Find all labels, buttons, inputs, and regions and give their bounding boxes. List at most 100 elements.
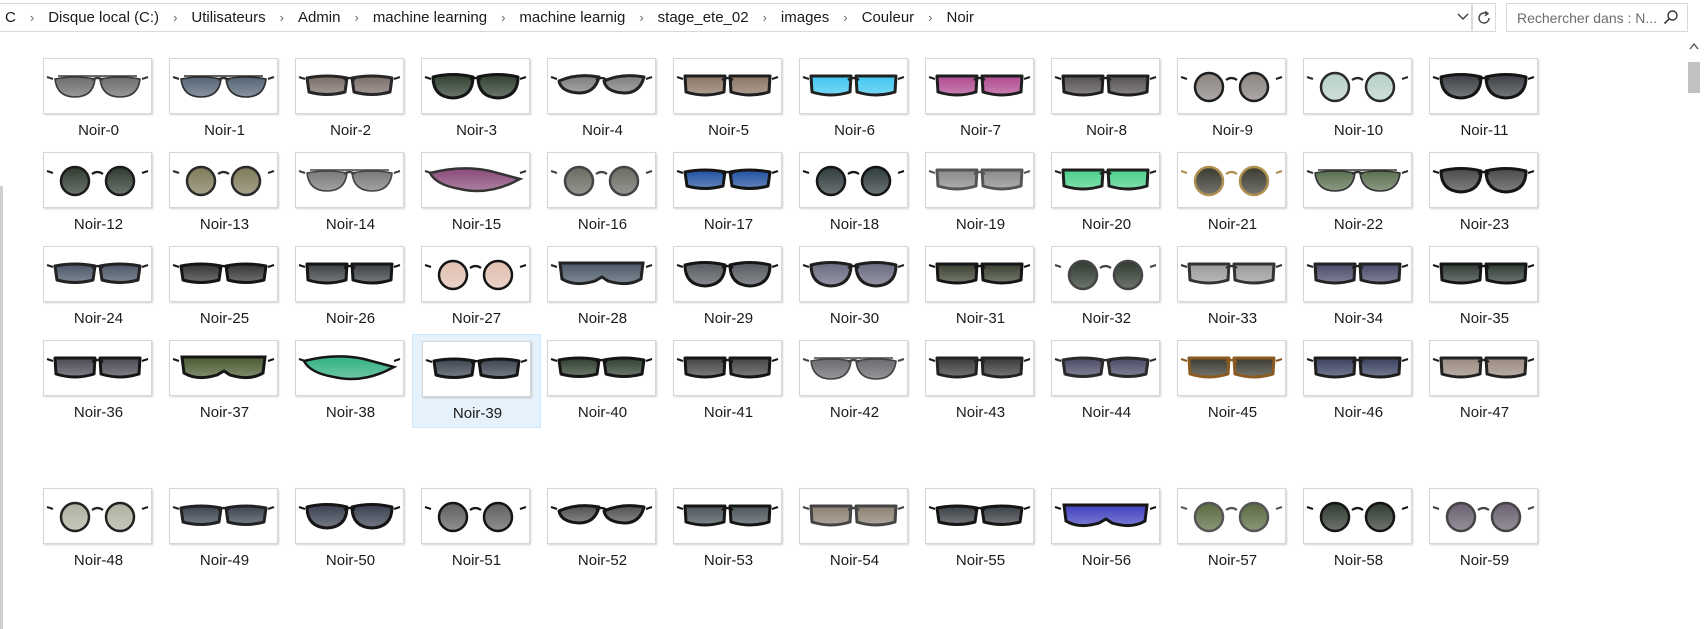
left-lens	[59, 165, 91, 197]
file-item[interactable]: Noir-47	[1420, 334, 1549, 428]
file-item[interactable]: Noir-40	[538, 334, 667, 428]
breadcrumb-item[interactable]: machine learnig	[513, 9, 631, 26]
file-item[interactable]: Noir-30	[790, 240, 919, 334]
file-item[interactable]: Noir-41	[664, 334, 793, 428]
file-item[interactable]: Noir-21	[1168, 146, 1297, 240]
address-history-button[interactable]	[1456, 7, 1470, 27]
file-item[interactable]: Noir-38	[286, 334, 415, 428]
breadcrumb-item[interactable]: Noir	[941, 9, 981, 26]
file-item[interactable]: Noir-48	[34, 482, 163, 576]
file-item[interactable]: Noir-16	[538, 146, 667, 240]
file-item[interactable]: Noir-15	[412, 146, 541, 240]
navigation-pane-scrollbar[interactable]	[0, 186, 3, 629]
file-item[interactable]: Noir-57	[1168, 482, 1297, 576]
file-item[interactable]: Noir-36	[34, 334, 163, 428]
scroll-up-button[interactable]	[1684, 42, 1704, 56]
file-item[interactable]: Noir-52	[538, 482, 667, 576]
file-item[interactable]: Noir-3	[412, 52, 541, 146]
file-item[interactable]: Noir-26	[286, 240, 415, 334]
file-item[interactable]: Noir-22	[1294, 146, 1423, 240]
chevron-right-icon[interactable]: ›	[631, 10, 651, 25]
file-item[interactable]: Noir-6	[790, 52, 919, 146]
breadcrumb-item[interactable]: C	[0, 9, 22, 26]
file-item[interactable]: Noir-18	[790, 146, 919, 240]
chevron-right-icon[interactable]: ›	[346, 10, 366, 25]
file-item[interactable]: Noir-53	[664, 482, 793, 576]
file-item[interactable]: Noir-44	[1042, 334, 1171, 428]
file-item[interactable]: Noir-46	[1294, 334, 1423, 428]
file-item[interactable]: Noir-20	[1042, 146, 1171, 240]
file-item[interactable]: Noir-55	[916, 482, 1045, 576]
chevron-right-icon[interactable]: ›	[835, 10, 855, 25]
address-bar[interactable]: C › Disque local (C:) › Utilisateurs › Admin › m…	[0, 3, 1472, 32]
file-item[interactable]: Noir-56	[1042, 482, 1171, 576]
file-item[interactable]: Noir-13	[160, 146, 289, 240]
file-item[interactable]: Noir-17	[664, 146, 793, 240]
file-item[interactable]: Noir-1	[160, 52, 289, 146]
chevron-right-icon[interactable]: ›	[920, 10, 940, 25]
breadcrumb-item[interactable]: Admin	[292, 9, 347, 26]
file-item[interactable]: Noir-54	[790, 482, 919, 576]
file-name: Noir-54	[829, 552, 880, 569]
left-temple	[1054, 358, 1062, 362]
file-item[interactable]: Noir-35	[1420, 240, 1549, 334]
chevron-right-icon[interactable]: ›	[272, 10, 292, 25]
file-item[interactable]: Noir-11	[1420, 52, 1549, 146]
file-item[interactable]: Noir-45	[1168, 334, 1297, 428]
file-item[interactable]: Noir-23	[1420, 146, 1549, 240]
file-item[interactable]: Noir-51	[412, 482, 541, 576]
breadcrumb-item[interactable]: Disque local (C:)	[42, 9, 165, 26]
file-item[interactable]: Noir-33	[1168, 240, 1297, 334]
chevron-right-icon[interactable]: ›	[755, 10, 775, 25]
file-item[interactable]: Noir-42	[790, 334, 919, 428]
file-item[interactable]: Noir-59	[1420, 482, 1549, 576]
search-input[interactable]	[1515, 8, 1665, 27]
breadcrumb-item[interactable]: Couleur	[856, 9, 921, 26]
file-item[interactable]: Noir-24	[34, 240, 163, 334]
file-item[interactable]: Noir-9	[1168, 52, 1297, 146]
right-lens	[1490, 501, 1522, 533]
file-item[interactable]: Noir-31	[916, 240, 1045, 334]
file-item[interactable]: Noir-39	[412, 334, 541, 428]
file-item[interactable]: Noir-28	[538, 240, 667, 334]
bridge	[1477, 264, 1490, 269]
file-item[interactable]: Noir-0	[34, 52, 163, 146]
file-item[interactable]: Noir-5	[664, 52, 793, 146]
scrollbar-thumb[interactable]	[1688, 62, 1700, 93]
file-item[interactable]: Noir-37	[160, 334, 289, 428]
chevron-right-icon[interactable]: ›	[493, 10, 513, 25]
file-item[interactable]: Noir-43	[916, 334, 1045, 428]
breadcrumb-item[interactable]: Utilisateurs	[185, 9, 271, 26]
file-item[interactable]: Noir-2	[286, 52, 415, 146]
file-item[interactable]: Noir-8	[1042, 52, 1171, 146]
file-item[interactable]: Noir-32	[1042, 240, 1171, 334]
sunglasses-image	[676, 168, 779, 190]
vertical-scrollbar[interactable]	[1684, 38, 1704, 591]
refresh-button[interactable]	[1472, 3, 1496, 32]
file-item[interactable]: Noir-58	[1294, 482, 1423, 576]
file-item[interactable]: Noir-34	[1294, 240, 1423, 334]
file-item[interactable]: Noir-29	[664, 240, 793, 334]
file-item[interactable]: Noir-49	[160, 482, 289, 576]
right-lens	[980, 262, 1024, 285]
file-item[interactable]: Noir-7	[916, 52, 1045, 146]
search-box[interactable]	[1506, 3, 1688, 32]
breadcrumb-item[interactable]: stage_ete_02	[652, 9, 755, 26]
chevron-right-icon[interactable]: ›	[165, 10, 185, 25]
file-item[interactable]: Noir-50	[286, 482, 415, 576]
bridge	[847, 264, 860, 269]
chevron-right-icon[interactable]: ›	[22, 10, 42, 25]
right-lens	[854, 74, 898, 97]
breadcrumb-item[interactable]: images	[775, 9, 835, 26]
bridge	[595, 76, 608, 81]
file-item[interactable]: Noir-4	[538, 52, 667, 146]
breadcrumb-item[interactable]: machine learning	[367, 9, 493, 26]
file-item[interactable]: Noir-27	[412, 240, 541, 334]
file-item[interactable]: Noir-25	[160, 240, 289, 334]
file-item[interactable]: Noir-12	[34, 146, 163, 240]
search-icon[interactable]	[1663, 9, 1679, 25]
file-item[interactable]: Noir-19	[916, 146, 1045, 240]
left-temple	[1306, 506, 1314, 510]
file-item[interactable]: Noir-14	[286, 146, 415, 240]
file-item[interactable]: Noir-10	[1294, 52, 1423, 146]
